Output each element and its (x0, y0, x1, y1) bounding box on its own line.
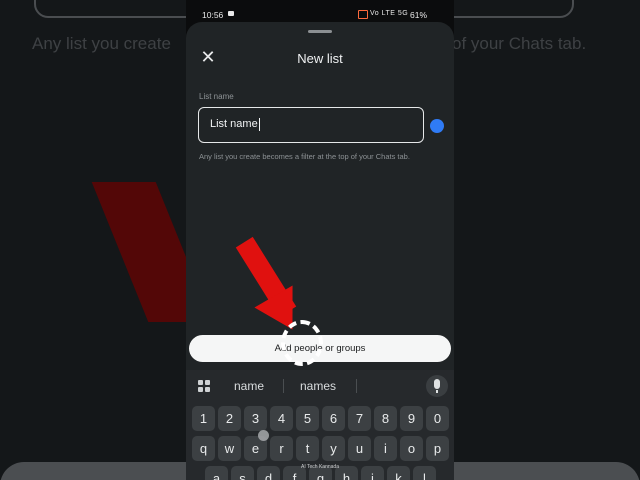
key-1[interactable]: 1 (192, 406, 215, 431)
suggestion-1[interactable]: name (234, 379, 264, 393)
watermark: AI Tech Kannada (301, 464, 339, 470)
signal-indicator: Vo LTE 5G (370, 10, 409, 17)
list-name-input-value: List name (210, 118, 258, 130)
touch-indicator (258, 430, 269, 441)
key-4[interactable]: 4 (270, 406, 293, 431)
cast-icon (358, 10, 368, 19)
emoji-picker-button[interactable] (430, 119, 444, 133)
page-title: New list (297, 51, 343, 66)
key-2[interactable]: 2 (218, 406, 241, 431)
phone-screen: 10:56 Vo LTE 5G 61% ✕ New list List name… (186, 0, 454, 480)
key-q[interactable]: q (192, 436, 215, 461)
drag-handle[interactable] (308, 30, 332, 33)
key-0[interactable]: 0 (426, 406, 449, 431)
key-3[interactable]: 3 (244, 406, 267, 431)
key-o[interactable]: o (400, 436, 423, 461)
new-list-sheet: ✕ New list List name List name Any list … (186, 22, 454, 402)
status-time: 10:56 (202, 10, 224, 20)
background-text-left: Any list you create (32, 34, 171, 53)
key-i[interactable]: i (374, 436, 397, 461)
key-p[interactable]: p (426, 436, 449, 461)
battery-level: 61% (410, 10, 428, 20)
suggestion-bar: name names (186, 370, 454, 402)
number-row: 1234567890 (190, 406, 450, 432)
list-name-input[interactable]: List name (198, 107, 424, 143)
text-caret (258, 117, 260, 131)
red-arrow-head (254, 285, 312, 341)
suggestion-divider (356, 379, 357, 393)
helper-text: Any list you create becomes a filter at … (199, 152, 410, 161)
key-6[interactable]: 6 (322, 406, 345, 431)
key-r[interactable]: r (270, 436, 293, 461)
key-t[interactable]: t (296, 436, 319, 461)
key-8[interactable]: 8 (374, 406, 397, 431)
key-5[interactable]: 5 (296, 406, 319, 431)
background-text-right: of your Chats tab. (452, 34, 587, 53)
key-u[interactable]: u (348, 436, 371, 461)
suggestion-2[interactable]: names (300, 379, 336, 393)
microphone-icon[interactable] (426, 375, 448, 397)
add-people-button[interactable]: Add people or groups (189, 335, 451, 362)
key-y[interactable]: y (322, 436, 345, 461)
key-9[interactable]: 9 (400, 406, 423, 431)
video-camera-icon (228, 11, 234, 16)
suggestion-divider (283, 379, 284, 393)
apps-grid-icon[interactable] (198, 380, 210, 392)
key-w[interactable]: w (218, 436, 241, 461)
key-7[interactable]: 7 (348, 406, 371, 431)
letter-row: qwertyuiop (190, 436, 450, 462)
list-name-label: List name (199, 92, 234, 101)
